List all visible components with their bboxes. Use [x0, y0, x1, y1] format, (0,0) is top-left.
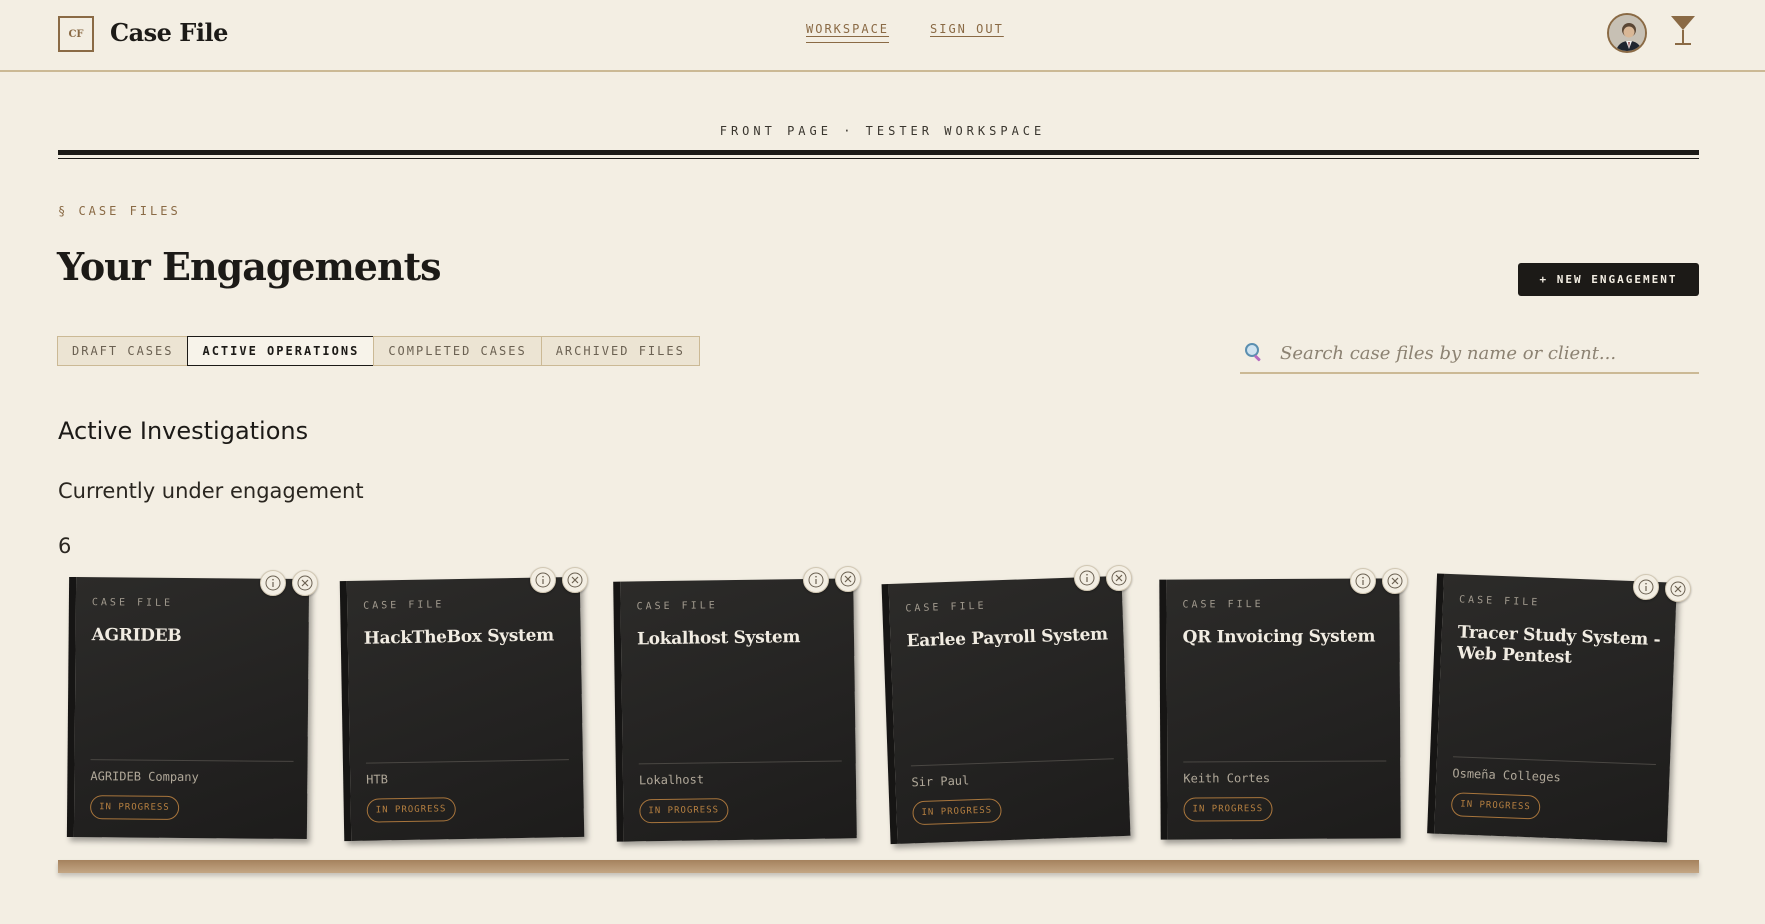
nav-sign-out-link[interactable]: SIGN OUT — [930, 22, 1004, 36]
card-title: Earlee Payroll System — [906, 624, 1109, 652]
close-circle-icon[interactable] — [835, 566, 861, 592]
app-title[interactable]: Case File — [110, 18, 228, 47]
card-divider — [1453, 756, 1656, 766]
status-badge: IN PROGRESS — [1183, 797, 1273, 822]
masthead-rule-thick — [58, 150, 1699, 155]
search-box — [1240, 334, 1699, 374]
tab-active-operations[interactable]: ACTIVE OPERATIONS — [187, 336, 375, 366]
card-divider — [1183, 760, 1387, 763]
new-engagement-button[interactable]: + NEW ENGAGEMENT — [1518, 263, 1699, 296]
card-kicker: CASE FILE — [91, 597, 174, 609]
section-subheading: Currently under engagement — [58, 479, 364, 503]
case-card[interactable]: CASE FILE AGRIDEB AGRIDEB Company IN PRO… — [66, 576, 310, 840]
section-heading: Active Investigations — [58, 417, 309, 445]
close-circle-icon[interactable] — [292, 570, 318, 596]
tab-completed-cases[interactable]: COMPLETED CASES — [373, 336, 542, 366]
case-card[interactable]: CASE FILE Tracer Study System - Web Pent… — [1427, 573, 1677, 843]
search-input[interactable] — [1280, 338, 1690, 368]
card-kicker: CASE FILE — [1458, 594, 1541, 609]
close-circle-icon[interactable] — [562, 567, 588, 593]
info-icon[interactable] — [530, 567, 556, 593]
info-icon[interactable] — [1074, 565, 1100, 591]
card-kicker: CASE FILE — [905, 600, 987, 615]
card-client: Osmeña Colleges — [1452, 766, 1561, 785]
tab-draft-cases[interactable]: DRAFT CASES — [57, 336, 189, 366]
case-card[interactable]: CASE FILE Lokalhost System Lokalhost IN … — [613, 578, 857, 842]
status-badge: IN PROGRESS — [912, 798, 1002, 826]
masthead-rule-thin — [58, 158, 1699, 159]
shelf — [58, 860, 1699, 873]
search-icon — [1244, 342, 1264, 362]
card-title: AGRIDEB — [91, 625, 182, 646]
card-client: Keith Cortes — [1183, 771, 1271, 786]
close-circle-icon[interactable] — [1382, 568, 1408, 594]
close-circle-icon[interactable] — [1665, 576, 1691, 602]
card-divider — [910, 758, 1114, 767]
info-icon[interactable] — [803, 567, 829, 593]
case-card[interactable]: CASE FILE Earlee Payroll System Sir Paul… — [881, 575, 1131, 845]
card-kicker: CASE FILE — [636, 600, 718, 613]
nav-workspace-link[interactable]: WORKSPACE — [806, 22, 890, 43]
masthead-label: FRONT PAGE · TESTER WORKSPACE — [719, 124, 1046, 138]
info-icon[interactable] — [1350, 568, 1376, 594]
cocktail-glass-icon[interactable] — [1670, 15, 1696, 47]
card-title: Tracer Study System - Web Pentest — [1456, 622, 1661, 668]
card-title: Lokalhost System — [636, 627, 801, 650]
card-client: HTB — [366, 772, 389, 787]
engagement-count: 6 — [58, 534, 72, 558]
tab-archived-files[interactable]: ARCHIVED FILES — [540, 336, 700, 366]
section-mark: § CASE FILES — [58, 204, 181, 218]
case-card[interactable]: CASE FILE QR Invoicing System Keith Cort… — [1159, 578, 1401, 840]
case-tabs: DRAFT CASES ACTIVE OPERATIONS COMPLETED … — [57, 336, 700, 366]
info-icon[interactable] — [260, 570, 286, 596]
info-icon[interactable] — [1633, 574, 1659, 600]
card-divider — [638, 760, 842, 765]
card-title: QR Invoicing System — [1182, 626, 1376, 648]
status-badge: IN PROGRESS — [366, 797, 456, 823]
close-circle-icon[interactable] — [1106, 565, 1132, 591]
status-badge: IN PROGRESS — [1450, 792, 1541, 820]
card-divider — [90, 759, 294, 762]
top-bar: CF Case File WORKSPACE SIGN OUT — [0, 0, 1765, 72]
card-divider — [365, 759, 569, 764]
card-kicker: CASE FILE — [363, 599, 445, 612]
user-avatar[interactable] — [1607, 13, 1647, 53]
status-badge: IN PROGRESS — [90, 795, 179, 820]
card-kicker: CASE FILE — [1182, 599, 1264, 611]
card-client: Sir Paul — [911, 773, 970, 790]
status-badge: IN PROGRESS — [639, 798, 729, 824]
page-title: Your Engagements — [57, 244, 442, 289]
card-title: HackTheBox System — [363, 625, 554, 649]
card-client: AGRIDEB Company — [90, 769, 199, 785]
logo-mark[interactable]: CF — [58, 16, 94, 52]
card-client: Lokalhost — [638, 772, 705, 788]
case-card[interactable]: CASE FILE HackTheBox System HTB IN PROGR… — [339, 576, 585, 842]
